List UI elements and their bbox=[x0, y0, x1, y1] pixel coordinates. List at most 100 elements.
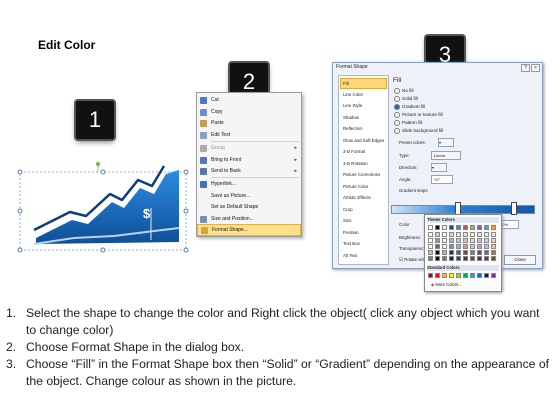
category-item[interactable]: Fill bbox=[340, 78, 387, 89]
standard-color-swatch[interactable] bbox=[442, 273, 447, 278]
more-colors-link[interactable]: ◆ More Colors... bbox=[431, 282, 462, 287]
resize-handle[interactable] bbox=[100, 169, 106, 175]
theme-color-swatch[interactable] bbox=[435, 232, 440, 237]
category-item[interactable]: Picture Color bbox=[341, 182, 386, 193]
standard-color-swatch[interactable] bbox=[449, 273, 454, 278]
category-item[interactable]: Glow and Soft Edges bbox=[341, 136, 386, 147]
context-menu-item[interactable]: Hyperlink... bbox=[197, 179, 301, 191]
resize-handle[interactable] bbox=[100, 247, 106, 253]
theme-color-swatch[interactable] bbox=[449, 244, 454, 249]
theme-color-swatch[interactable] bbox=[456, 250, 461, 255]
category-item[interactable]: Reflection bbox=[341, 124, 386, 135]
theme-color-swatch[interactable] bbox=[477, 250, 482, 255]
context-menu-item[interactable]: Save as Picture... bbox=[197, 191, 301, 203]
theme-color-swatch[interactable] bbox=[491, 232, 496, 237]
theme-color-swatch[interactable] bbox=[442, 225, 447, 230]
theme-color-swatch[interactable] bbox=[484, 232, 489, 237]
theme-color-swatch[interactable] bbox=[470, 232, 475, 237]
resize-handle[interactable] bbox=[183, 247, 189, 253]
category-item[interactable]: 3-D Format bbox=[341, 147, 386, 158]
context-menu-item[interactable]: Group ▸ bbox=[197, 143, 301, 155]
theme-color-swatch[interactable] bbox=[449, 225, 454, 230]
theme-color-swatch[interactable] bbox=[428, 244, 433, 249]
theme-color-swatch[interactable] bbox=[435, 250, 440, 255]
theme-color-swatch[interactable] bbox=[442, 256, 447, 261]
standard-color-swatch[interactable] bbox=[435, 273, 440, 278]
context-menu-item[interactable]: Set as Default Shape bbox=[197, 202, 301, 214]
context-menu-item[interactable]: Format Shape... bbox=[197, 224, 301, 236]
theme-color-swatch[interactable] bbox=[477, 256, 482, 261]
category-item[interactable]: Line Color bbox=[341, 90, 386, 101]
theme-color-swatch[interactable] bbox=[435, 244, 440, 249]
theme-color-swatch[interactable] bbox=[477, 238, 482, 243]
theme-color-swatch[interactable] bbox=[470, 256, 475, 261]
category-item[interactable]: 3-D Rotation bbox=[341, 159, 386, 170]
theme-color-swatch[interactable] bbox=[442, 238, 447, 243]
theme-color-swatch[interactable] bbox=[484, 225, 489, 230]
theme-color-swatch[interactable] bbox=[463, 238, 468, 243]
fill-option-radio[interactable]: Gradient fill bbox=[394, 103, 425, 111]
theme-color-swatch[interactable] bbox=[456, 232, 461, 237]
fill-option-radio[interactable]: Slide background fill bbox=[394, 127, 443, 135]
standard-color-swatch[interactable] bbox=[463, 273, 468, 278]
theme-color-swatch[interactable] bbox=[456, 256, 461, 261]
theme-color-swatch[interactable] bbox=[428, 225, 433, 230]
theme-color-swatch[interactable] bbox=[428, 250, 433, 255]
theme-color-swatch[interactable] bbox=[470, 238, 475, 243]
resize-handle[interactable] bbox=[183, 208, 189, 214]
resize-handle[interactable] bbox=[17, 208, 23, 214]
theme-color-swatch[interactable] bbox=[491, 225, 496, 230]
help-icon[interactable]: ? bbox=[521, 64, 530, 72]
standard-color-swatch[interactable] bbox=[477, 273, 482, 278]
theme-color-swatch[interactable] bbox=[484, 256, 489, 261]
theme-color-swatch[interactable] bbox=[449, 238, 454, 243]
context-menu-item[interactable]: Cut bbox=[197, 95, 301, 107]
category-item[interactable]: Picture Corrections bbox=[341, 170, 386, 181]
context-menu-item[interactable]: Paste bbox=[197, 118, 301, 130]
theme-color-swatch[interactable] bbox=[428, 238, 433, 243]
category-item[interactable]: Size bbox=[341, 216, 386, 227]
context-menu-item[interactable]: Edit Text bbox=[197, 130, 301, 142]
theme-color-swatch[interactable] bbox=[435, 238, 440, 243]
theme-color-swatch[interactable] bbox=[435, 256, 440, 261]
theme-color-swatch[interactable] bbox=[428, 256, 433, 261]
fill-option-radio[interactable]: Picture or texture fill bbox=[394, 111, 443, 119]
standard-color-swatch[interactable] bbox=[456, 273, 461, 278]
theme-color-swatch[interactable] bbox=[470, 250, 475, 255]
theme-color-swatch[interactable] bbox=[463, 244, 468, 249]
theme-color-swatch[interactable] bbox=[449, 232, 454, 237]
theme-color-swatch[interactable] bbox=[484, 250, 489, 255]
theme-color-swatch[interactable] bbox=[491, 256, 496, 261]
rotate-handle[interactable] bbox=[95, 161, 101, 167]
theme-color-swatch[interactable] bbox=[484, 244, 489, 249]
preset-colors-button[interactable]: ▾ bbox=[438, 138, 454, 147]
context-menu-item[interactable]: Copy bbox=[197, 107, 301, 119]
theme-color-swatch[interactable] bbox=[456, 225, 461, 230]
standard-color-swatch[interactable] bbox=[491, 273, 496, 278]
standard-color-swatch[interactable] bbox=[470, 273, 475, 278]
resize-handle[interactable] bbox=[183, 169, 189, 175]
theme-color-swatch[interactable] bbox=[463, 232, 468, 237]
resize-handle[interactable] bbox=[17, 169, 23, 175]
category-item[interactable]: Position bbox=[341, 228, 386, 239]
category-item[interactable]: Line Style bbox=[341, 101, 386, 112]
theme-color-swatch[interactable] bbox=[491, 250, 496, 255]
standard-color-swatch[interactable] bbox=[484, 273, 489, 278]
category-item[interactable]: Artistic Effects bbox=[341, 193, 386, 204]
theme-color-swatch[interactable] bbox=[463, 250, 468, 255]
theme-color-swatch[interactable] bbox=[477, 232, 482, 237]
theme-color-swatch[interactable] bbox=[470, 244, 475, 249]
gradient-stop-handle[interactable] bbox=[511, 202, 517, 215]
context-menu-item[interactable]: Bring to Front ▸ bbox=[197, 155, 301, 167]
theme-color-swatch[interactable] bbox=[428, 232, 433, 237]
arrow-chart-shape[interactable]: $ bbox=[14, 158, 192, 256]
resize-handle[interactable] bbox=[17, 247, 23, 253]
angle-input[interactable]: 70° bbox=[431, 175, 453, 184]
standard-color-swatch[interactable] bbox=[428, 273, 433, 278]
theme-color-swatch[interactable] bbox=[442, 232, 447, 237]
direction-button[interactable]: ▾ bbox=[431, 163, 447, 172]
category-item[interactable]: Crop bbox=[341, 205, 386, 216]
theme-color-swatch[interactable] bbox=[491, 238, 496, 243]
category-item[interactable]: Alt Text bbox=[341, 251, 386, 262]
fill-option-radio[interactable]: No fill bbox=[394, 87, 414, 95]
